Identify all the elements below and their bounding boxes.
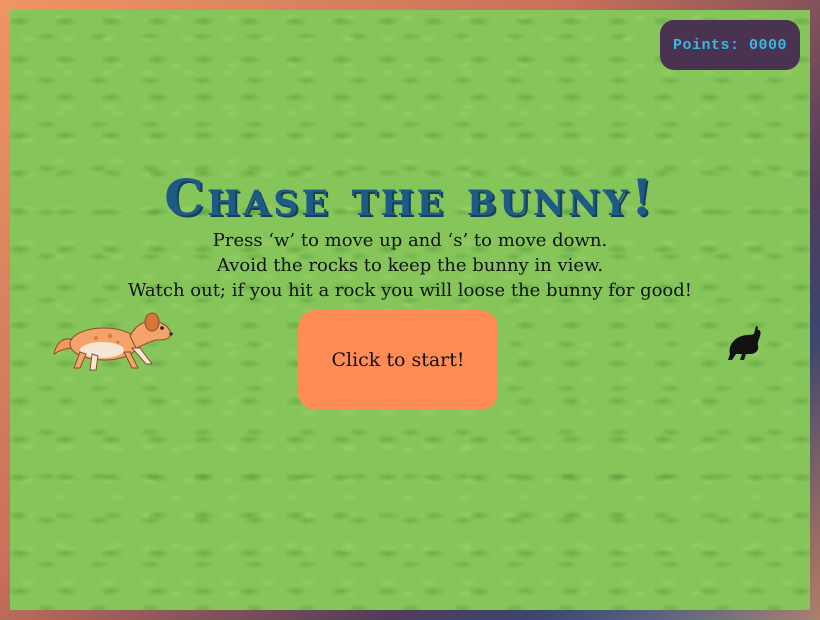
instruction-line: Press ‘w’ to move up and ‘s’ to move dow… [212, 230, 608, 251]
instruction-line: Avoid the rocks to keep the bunny in vie… [216, 255, 604, 276]
game-title: Chase the bunny! [164, 168, 656, 227]
points-label: Points: 0000 [672, 36, 788, 54]
points-display: Points: 0000 [660, 20, 800, 70]
start-button[interactable]: Click to start! [298, 310, 498, 410]
instruction-line: Watch out; if you hit a rock you will lo… [127, 280, 693, 301]
dog-icon [52, 306, 176, 372]
game-field: Points: 0000 Chase the bunny! Press ‘w’ … [10, 10, 810, 610]
bunny-icon [724, 324, 764, 364]
start-button-label: Click to start! [331, 349, 465, 371]
instructions: Press ‘w’ to move up and ‘s’ to move dow… [10, 228, 810, 303]
